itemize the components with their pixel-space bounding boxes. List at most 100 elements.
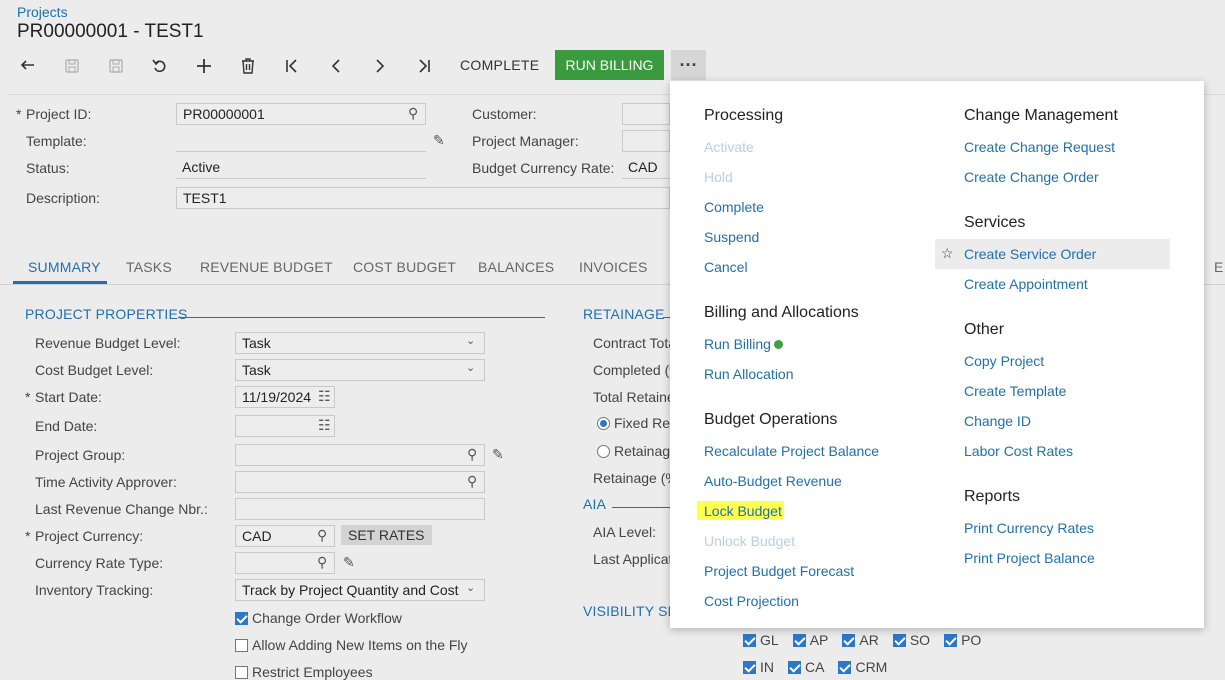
- tab-cost-budget[interactable]: COST BUDGET: [353, 259, 456, 275]
- more-actions-button[interactable]: ···: [671, 50, 706, 80]
- search-icon[interactable]: ⚲: [467, 473, 477, 490]
- allow-adding-new-items-checkbox[interactable]: Allow Adding New Items on the Fly: [235, 637, 468, 653]
- save-icon[interactable]: [102, 52, 130, 80]
- tab-revenue-budget[interactable]: REVENUE BUDGET: [200, 259, 333, 275]
- tab-summary[interactable]: SUMMARY: [28, 259, 101, 275]
- menu-item-complete[interactable]: Complete: [704, 199, 764, 215]
- calendar-icon[interactable]: ☷: [318, 417, 331, 434]
- menu-heading-other: Other: [964, 321, 1005, 338]
- chevron-down-icon: ⌄: [466, 362, 476, 374]
- calendar-icon[interactable]: ☷: [318, 388, 331, 405]
- checkbox-checked-icon: [743, 633, 756, 647]
- search-icon[interactable]: ⚲: [317, 527, 327, 544]
- breadcrumb-projects[interactable]: Projects: [17, 4, 68, 20]
- visibility-in-checkbox[interactable]: IN: [743, 659, 774, 675]
- menu-item-lock-budget[interactable]: Lock Budget: [704, 503, 782, 519]
- visibility-ar-checkbox[interactable]: AR: [842, 632, 879, 648]
- menu-item-print-project-balance[interactable]: Print Project Balance: [964, 550, 1095, 566]
- save-close-icon[interactable]: [58, 52, 86, 80]
- project-manager-field[interactable]: [622, 130, 670, 152]
- set-rates-button[interactable]: SET RATES: [341, 525, 432, 545]
- visibility-po-checkbox[interactable]: PO: [944, 632, 981, 648]
- menu-item-create-change-order[interactable]: Create Change Order: [964, 169, 1099, 185]
- budget-currency-rate-field[interactable]: CAD: [622, 157, 670, 179]
- aia-heading: AIA: [583, 496, 607, 512]
- menu-heading-change-management: Change Management: [964, 107, 1118, 124]
- visibility-gl-checkbox[interactable]: GL: [743, 632, 779, 648]
- project-manager-label: Project Manager:: [472, 133, 579, 149]
- menu-item-create-change-request[interactable]: Create Change Request: [964, 139, 1115, 155]
- project-id-field[interactable]: PR00000001: [176, 103, 426, 125]
- time-activity-approver-field[interactable]: [235, 471, 485, 493]
- visibility-heading: VISIBILITY SE: [583, 603, 678, 619]
- menu-item-create-appointment[interactable]: Create Appointment: [964, 276, 1088, 292]
- description-field[interactable]: TEST1: [176, 187, 670, 209]
- visibility-gl-label: GL: [760, 632, 779, 648]
- delete-icon[interactable]: [234, 52, 262, 80]
- menu-item-hold[interactable]: Hold: [704, 169, 733, 185]
- first-record-icon[interactable]: [278, 52, 306, 80]
- tab-tasks[interactable]: TASKS: [126, 259, 172, 275]
- menu-item-unlock-budget[interactable]: Unlock Budget: [704, 533, 795, 549]
- menu-item-create-template[interactable]: Create Template: [964, 383, 1066, 399]
- status-field[interactable]: Active: [176, 157, 426, 179]
- restrict-employees-checkbox[interactable]: Restrict Employees: [235, 664, 373, 680]
- customer-field[interactable]: [622, 103, 670, 125]
- menu-item-create-service-order[interactable]: Create Service Order: [964, 246, 1096, 262]
- search-icon[interactable]: ⚲: [408, 105, 418, 122]
- next-record-icon[interactable]: [366, 52, 394, 80]
- tab-overflow[interactable]: E: [1214, 259, 1224, 275]
- favorite-star-icon[interactable]: ☆: [941, 245, 954, 262]
- visibility-row-2: IN CA CRM: [743, 659, 887, 675]
- fixed-retainage-radio[interactable]: Fixed Ret: [597, 415, 674, 431]
- revenue-budget-level-select[interactable]: Task: [235, 332, 485, 354]
- retainage-option-label: Retainage: [614, 443, 678, 459]
- back-icon[interactable]: [14, 52, 42, 80]
- menu-item-run-billing[interactable]: Run Billing: [704, 336, 783, 352]
- add-icon[interactable]: [190, 52, 218, 80]
- visibility-crm-checkbox[interactable]: CRM: [838, 659, 887, 675]
- tab-invoices[interactable]: INVOICES: [579, 259, 648, 275]
- menu-item-change-id[interactable]: Change ID: [964, 413, 1031, 429]
- menu-item-labor-cost-rates[interactable]: Labor Cost Rates: [964, 443, 1073, 459]
- undo-icon[interactable]: [146, 52, 174, 80]
- menu-item-print-currency-rates[interactable]: Print Currency Rates: [964, 520, 1094, 536]
- menu-item-cancel[interactable]: Cancel: [704, 259, 748, 275]
- visibility-so-checkbox[interactable]: SO: [892, 632, 930, 648]
- visibility-ap-checkbox[interactable]: AP: [792, 632, 828, 648]
- visibility-ca-checkbox[interactable]: CA: [788, 659, 824, 675]
- complete-button[interactable]: COMPLETE: [460, 57, 539, 73]
- change-order-workflow-checkbox[interactable]: Change Order Workflow: [235, 610, 402, 626]
- edit-pencil-icon[interactable]: ✎: [433, 132, 445, 149]
- menu-item-recalculate-project-balance[interactable]: Recalculate Project Balance: [704, 443, 879, 459]
- project-group-field[interactable]: [235, 444, 485, 466]
- template-field[interactable]: [176, 130, 426, 152]
- menu-item-activate[interactable]: Activate: [704, 139, 754, 155]
- radio-unselected-icon: [597, 444, 610, 458]
- currency-rate-type-label: Currency Rate Type:: [35, 555, 164, 571]
- menu-item-project-budget-forecast[interactable]: Project Budget Forecast: [704, 563, 854, 579]
- inventory-tracking-select[interactable]: Track by Project Quantity and Cost: [235, 579, 485, 601]
- last-record-icon[interactable]: [410, 52, 438, 80]
- cost-budget-level-label: Cost Budget Level:: [35, 362, 154, 378]
- menu-item-suspend[interactable]: Suspend: [704, 229, 759, 245]
- page-title: PR00000001 - TEST1: [17, 21, 204, 42]
- cost-budget-level-select[interactable]: Task: [235, 359, 485, 381]
- edit-pencil-icon[interactable]: ✎: [343, 554, 355, 571]
- menu-item-run-allocation[interactable]: Run Allocation: [704, 366, 794, 382]
- last-revenue-change-nbr-field[interactable]: [235, 498, 485, 520]
- run-billing-button[interactable]: RUN BILLING: [555, 50, 664, 80]
- menu-item-cost-projection[interactable]: Cost Projection: [704, 593, 799, 609]
- search-icon[interactable]: ⚲: [467, 446, 477, 463]
- edit-pencil-icon[interactable]: ✎: [492, 446, 504, 463]
- menu-item-auto-budget-revenue[interactable]: Auto-Budget Revenue: [704, 473, 842, 489]
- menu-heading-reports: Reports: [964, 488, 1021, 505]
- menu-item-copy-project[interactable]: Copy Project: [964, 353, 1044, 369]
- previous-record-icon[interactable]: [322, 52, 350, 80]
- tab-balances[interactable]: BALANCES: [478, 259, 554, 275]
- retainage-option-radio[interactable]: Retainage: [597, 443, 678, 459]
- retainage-pct-label: Retainage (%: [593, 470, 678, 486]
- search-icon[interactable]: ⚲: [317, 554, 327, 571]
- inventory-tracking-value: Track by Project Quantity and Cost: [242, 582, 459, 598]
- visibility-in-label: IN: [760, 659, 774, 675]
